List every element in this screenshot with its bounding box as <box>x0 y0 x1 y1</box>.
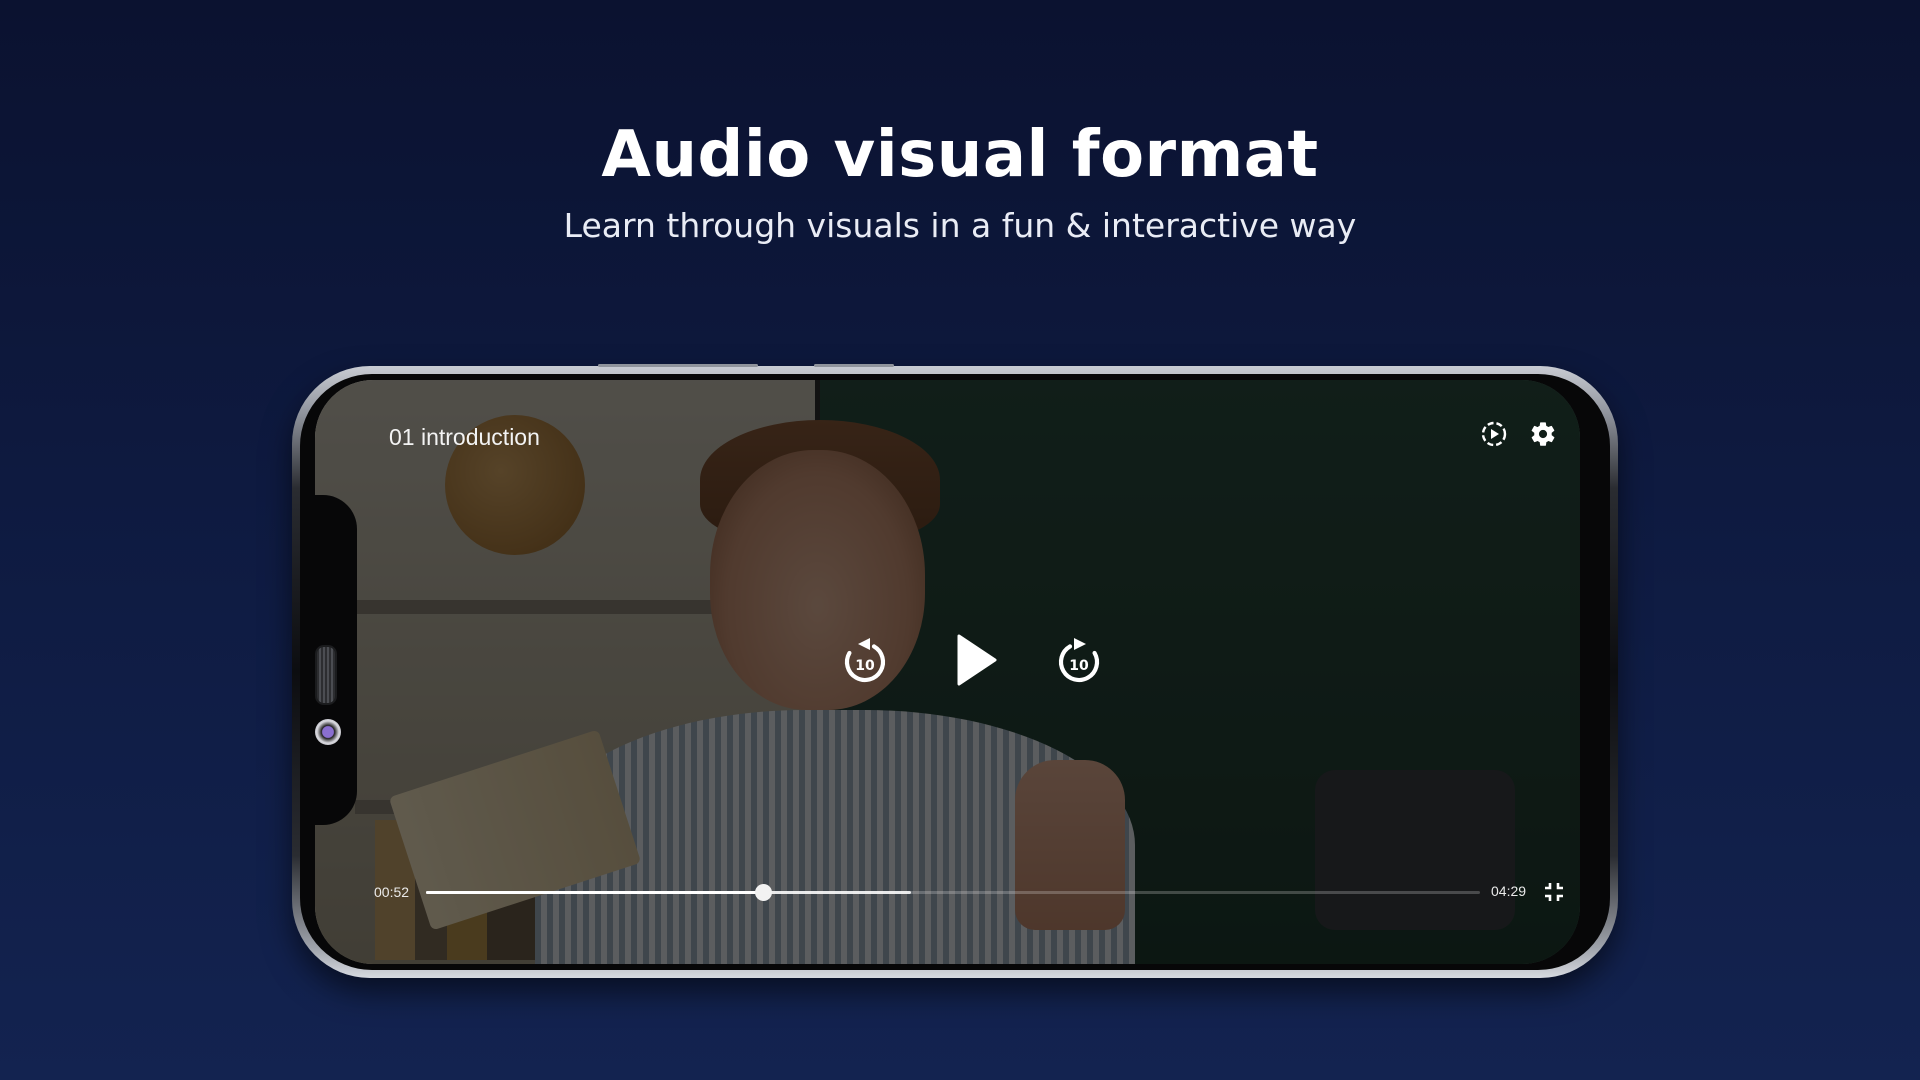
current-time: 00:52 <box>374 884 410 900</box>
forward-10-icon: 10 <box>1058 638 1100 683</box>
rewind-10-icon: 10 <box>844 638 886 683</box>
exit-fullscreen-button[interactable] <box>1540 878 1568 906</box>
total-time: 04:29 <box>1491 883 1527 899</box>
gear-icon <box>1531 422 1555 446</box>
rewind-seconds: 10 <box>855 658 875 674</box>
volume-button-top <box>598 364 758 367</box>
played-progress <box>426 891 764 894</box>
settings-button[interactable] <box>1527 418 1559 450</box>
hero-title: Audio visual format <box>601 118 1319 192</box>
forward-seconds: 10 <box>1069 658 1089 674</box>
video-title: 01 introduction <box>389 424 540 450</box>
hero-subtitle: Learn through visuals in a fun & interac… <box>563 206 1357 245</box>
power-button-top <box>814 364 894 367</box>
play-icon <box>957 634 997 686</box>
seek-bar[interactable] <box>426 884 1480 901</box>
autoplay-icon <box>1481 421 1507 447</box>
rewind-button[interactable]: 10 <box>836 631 894 689</box>
phone-front-camera <box>315 719 341 745</box>
exit-fullscreen-icon <box>1545 883 1563 901</box>
phone-speaker <box>315 645 337 705</box>
play-button[interactable] <box>948 628 1004 692</box>
autoplay-button[interactable] <box>1478 418 1510 450</box>
forward-button[interactable]: 10 <box>1050 631 1108 689</box>
